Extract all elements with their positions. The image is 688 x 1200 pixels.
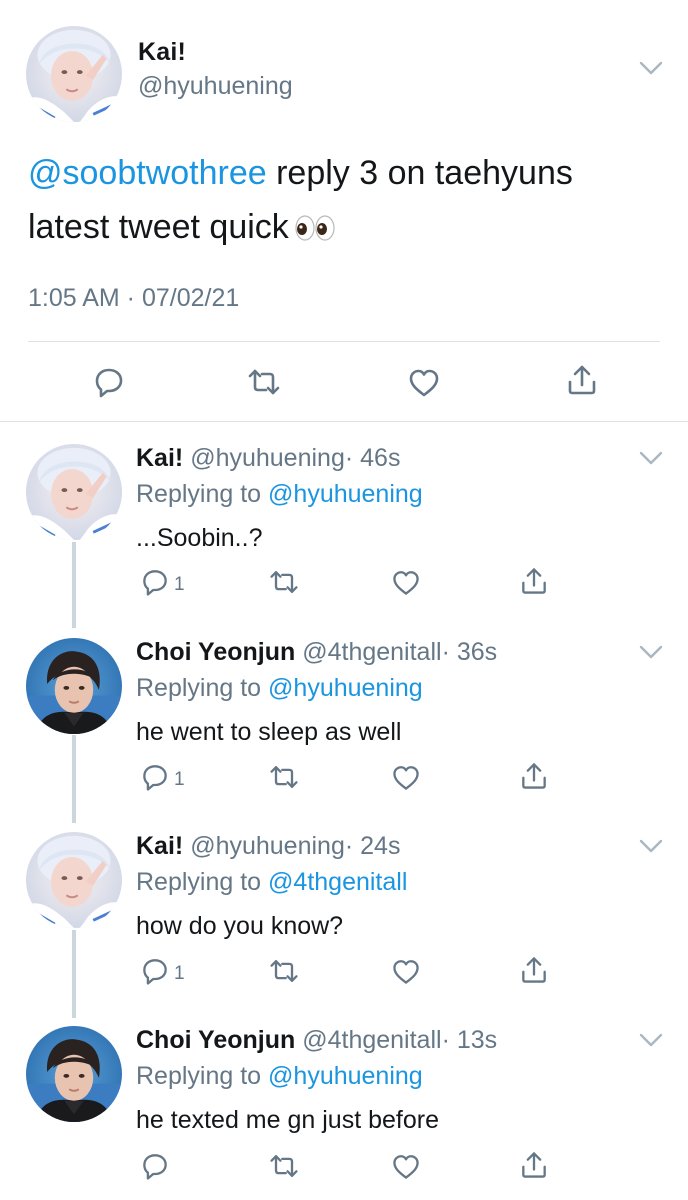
avatar-image	[26, 1026, 122, 1122]
replying-to: Replying to @hyuhuening	[136, 674, 423, 703]
author-name[interactable]: Choi Yeonjun	[136, 1026, 295, 1054]
like-icon[interactable]	[390, 566, 422, 598]
thread-line	[72, 930, 76, 1018]
like-icon[interactable]	[390, 1150, 422, 1182]
reply-icon[interactable]	[139, 761, 171, 793]
tweet-age: · 24s	[344, 832, 401, 860]
replying-to-link[interactable]: @hyuhuening	[268, 1062, 423, 1090]
author-handle[interactable]: @hyuhuening	[138, 72, 293, 101]
reply-header: Kai! @hyuhuening· 24s	[136, 832, 400, 861]
author-handle[interactable]: @hyuhuening	[190, 832, 345, 860]
reply-header: Kai! @hyuhuening· 46s	[136, 444, 400, 473]
retweet-icon[interactable]	[268, 761, 300, 793]
reply-count: 1	[174, 963, 185, 984]
replying-to: Replying to @hyuhuening	[136, 1062, 423, 1091]
retweet-icon[interactable]	[268, 566, 300, 598]
replying-to-prefix: Replying to	[136, 674, 269, 702]
chevron-down-icon[interactable]	[638, 450, 664, 466]
reply-header: Choi Yeonjun @4thgenitall· 36s	[136, 638, 497, 667]
thread-line	[72, 542, 76, 628]
tweet-age: · 36s	[441, 638, 498, 666]
author-name[interactable]: Choi Yeonjun	[136, 638, 295, 666]
author-name[interactable]: Kai!	[136, 832, 183, 860]
reply-icon[interactable]	[91, 364, 127, 400]
like-icon[interactable]	[406, 364, 442, 400]
replying-to-prefix: Replying to	[136, 480, 269, 508]
divider	[28, 341, 660, 342]
author-handle[interactable]: @hyuhuening	[190, 444, 345, 472]
chevron-down-icon[interactable]	[638, 644, 664, 660]
reply-icon[interactable]	[139, 566, 171, 598]
eyes-emoji-icon	[295, 204, 335, 258]
mention-link[interactable]: @soobtwothree	[28, 154, 267, 192]
replying-to-link[interactable]: @hyuhuening	[268, 674, 423, 702]
author-name[interactable]: Kai!	[138, 38, 186, 67]
share-icon[interactable]	[518, 760, 550, 792]
tweet-age: · 13s	[441, 1026, 498, 1054]
reply-header: Choi Yeonjun @4thgenitall· 13s	[136, 1026, 497, 1055]
avatar[interactable]	[26, 638, 122, 734]
chevron-down-icon[interactable]	[638, 838, 664, 854]
avatar[interactable]	[26, 1026, 122, 1122]
tweet-text-line1: reply 3 on taehyuns	[266, 154, 573, 192]
retweet-icon[interactable]	[268, 955, 300, 987]
avatar[interactable]	[26, 832, 122, 928]
avatar[interactable]	[26, 444, 122, 540]
share-icon[interactable]	[518, 1149, 550, 1181]
avatar-image	[26, 444, 122, 540]
share-icon[interactable]	[518, 954, 550, 986]
tweet-timestamp: 1:05 AM · 07/02/21	[28, 284, 240, 312]
avatar-image	[26, 832, 122, 928]
tweet-age: · 46s	[344, 444, 401, 472]
reply-count: 1	[174, 574, 185, 595]
chevron-down-icon[interactable]	[638, 1032, 664, 1048]
author-handle[interactable]: @4thgenitall	[302, 1026, 441, 1054]
avatar[interactable]	[26, 26, 122, 122]
reply-count: 1	[174, 769, 185, 790]
author-handle[interactable]: @4thgenitall	[302, 638, 441, 666]
share-icon[interactable]	[564, 362, 600, 398]
retweet-icon[interactable]	[268, 1150, 300, 1182]
reply-text: how do you know?	[136, 912, 344, 940]
reply-icon[interactable]	[139, 1150, 171, 1182]
replying-to: Replying to @hyuhuening	[136, 480, 423, 509]
section-divider	[0, 421, 688, 422]
author-name[interactable]: Kai!	[136, 444, 183, 472]
replying-to-prefix: Replying to	[136, 868, 269, 896]
tweet-text: @soobtwothree reply 3 on taehyuns latest…	[28, 146, 648, 258]
replying-to: Replying to @4thgenitall	[136, 868, 407, 897]
chevron-down-icon[interactable]	[638, 60, 664, 76]
thread-line	[72, 735, 76, 823]
reply-text: he went to sleep as well	[136, 718, 402, 746]
replying-to-link[interactable]: @4thgenitall	[268, 868, 407, 896]
avatar-image	[26, 26, 122, 122]
replying-to-prefix: Replying to	[136, 1062, 269, 1090]
share-icon[interactable]	[518, 565, 550, 597]
retweet-icon[interactable]	[246, 364, 282, 400]
tweet-text-line2: latest tweet quick	[28, 208, 289, 246]
like-icon[interactable]	[390, 955, 422, 987]
reply-icon[interactable]	[139, 955, 171, 987]
avatar-image	[26, 638, 122, 734]
like-icon[interactable]	[390, 761, 422, 793]
reply-text: he texted me gn just before	[136, 1106, 439, 1134]
replying-to-link[interactable]: @hyuhuening	[268, 480, 423, 508]
reply-text: ...Soobin..?	[136, 524, 263, 552]
